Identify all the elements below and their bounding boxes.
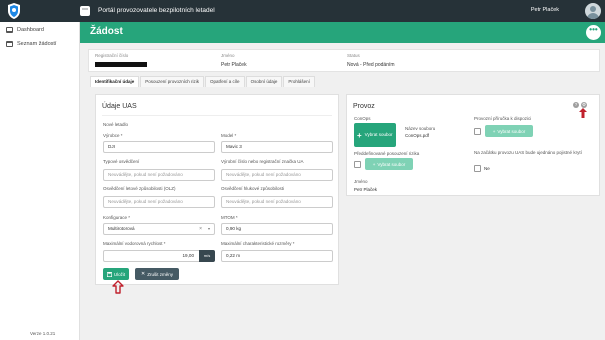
highlight-arrow-icon [579,108,587,118]
airworthiness-input[interactable]: Neuvádějte, pokud není požadováno [103,196,215,208]
sidebar: Dashboard Seznam žádostí Verze 1.0.21 [0,22,80,340]
speed-unit: m/s [199,250,215,262]
serial-label: Výrobní číslo nebo registrační značka UA [221,159,304,164]
save-button[interactable]: Uložit [103,268,129,280]
risk-checkbox[interactable] [354,161,361,168]
chevron-down-icon[interactable]: ▾ [208,224,210,234]
avatar[interactable] [585,3,601,19]
status-label: Status [347,53,360,58]
file-name-value: ConOps.pdf [405,133,430,138]
close-icon: ✕ [141,271,146,277]
manual-checkbox[interactable] [474,128,481,135]
tab-identification[interactable]: Identifikační údaje [90,76,140,87]
sidebar-item-label: Dashboard [17,27,44,33]
plus-icon: + [357,130,362,140]
sidebar-item-dashboard[interactable]: Dashboard [6,27,44,33]
max-speed-label: Maximální vodorovná rychlost * [103,241,166,246]
max-speed-input[interactable]: 19,00 m/s [103,250,215,262]
name-label: Jméno [221,53,235,58]
user-name[interactable]: Petr Plaček [531,7,559,13]
risk-upload-button[interactable]: + Vybrat soubor [365,158,413,170]
plus-icon: + [372,161,376,167]
mtom-input[interactable]: 0,90 kg [221,223,333,235]
save-icon [106,271,112,277]
registration-label: Registrační číslo [95,53,129,58]
highlight-arrow-icon [112,280,124,294]
discard-changes-button[interactable]: ✕ Zrušit změny [135,268,179,280]
model-label: Model * [221,133,237,138]
noise-cert-input[interactable]: Neuvádějte, pokud není požadováno [221,196,333,208]
version-text: Verze 1.0.21 [30,331,56,336]
configuration-select[interactable]: Multirotorová × ▾ [103,223,215,235]
plus-icon: + [492,128,496,134]
conops-label: ConOps [354,116,371,121]
new-aircraft-label: Nové letadlo [103,122,129,127]
app-title: Portál provozovatele bezpilotních letade… [98,7,215,14]
operator-name-label: Jméno [354,179,368,184]
configuration-label: Konfigurace * [103,215,131,220]
model-input[interactable]: Mavic 3 [221,141,333,153]
tab-declaration[interactable]: Prohlášení [283,76,315,87]
manufacturer-label: Výrobce * [103,133,123,138]
initial-value: Ne [484,166,490,171]
manual-upload-button[interactable]: + Vybrat soubor [485,125,533,137]
status-value: Nová - Před podáním [347,62,395,68]
registration-redacted [95,62,147,67]
uas-card: Údaje UAS Nové letadlo Výrobce * DJI Mod… [95,94,339,285]
max-dimension-input[interactable]: 0,22 m [221,250,333,262]
serial-input[interactable]: Neuvádějte, pokud není požadováno [221,169,333,181]
risk-label: Předdefinované posouzení rizika [354,151,420,156]
airworthiness-label: Osvědčení letové způsobilosti (OLZ) [103,186,176,191]
shield-logo-icon [8,3,20,19]
tab-risk-assessment[interactable]: Posouzení provozních rizik [140,76,205,87]
more-options-button[interactable]: ••• [586,25,601,40]
type-cert-input[interactable]: Neuvádějte, pokud není požadováno [103,169,215,181]
manual-label: Provozní příručka k dispozici [474,116,532,121]
list-icon [6,41,13,47]
conops-upload-button[interactable]: + Vybrat soubor [354,123,396,147]
type-cert-label: Typové osvědčení [103,159,140,164]
operation-card-title: Provoz [353,103,375,110]
noise-cert-label: Osvědčení hlukové způsobilosti [221,186,285,191]
page-title: Žádost [90,26,123,37]
tab-personal-data[interactable]: Osobní údaje [245,76,283,87]
tab-measures[interactable]: Opatření a cíle [205,76,245,87]
mtom-label: MTOM * [221,215,238,220]
request-info-bar: Registrační číslo Jméno Petr Plaček Stat… [88,49,600,72]
sidebar-item-label: Seznam žádostí [17,41,57,47]
app-menu-button[interactable]: ⋯ [80,6,90,16]
clear-icon[interactable]: × [199,224,202,234]
initial-checkbox[interactable] [474,165,481,172]
manufacturer-input[interactable]: DJI [103,141,215,153]
uas-card-title: Údaje UAS [102,103,137,110]
dashboard-icon [6,27,13,33]
max-speed-value: 19,00 [182,253,195,258]
page-header: Žádost ••• [80,22,605,43]
operator-name-value: Petr Plaček [354,187,378,192]
sidebar-item-requests[interactable]: Seznam žádostí [6,41,56,47]
max-dimension-label: Maximální charakteristické rozměry * [221,241,295,246]
operation-card: Provoz ? ⚙ ConOps + Vybrat soubor Název … [346,94,600,196]
name-column: Jméno Petr Plaček [221,53,247,68]
top-bar: ⋯ Portál provozovatele bezpilotních leta… [0,0,605,22]
file-name-label: Název souboru [405,126,436,131]
configuration-value: Multirotorová [108,226,135,231]
status-column: Status Nová - Před podáním [347,53,395,68]
name-value: Petr Plaček [221,62,247,68]
tab-bar: Identifikační údaje Posouzení provozních… [90,76,316,88]
registration-column: Registrační číslo [95,53,147,69]
initial-label: Na začátku provozu UAS bude ujednáno poj… [474,150,582,155]
